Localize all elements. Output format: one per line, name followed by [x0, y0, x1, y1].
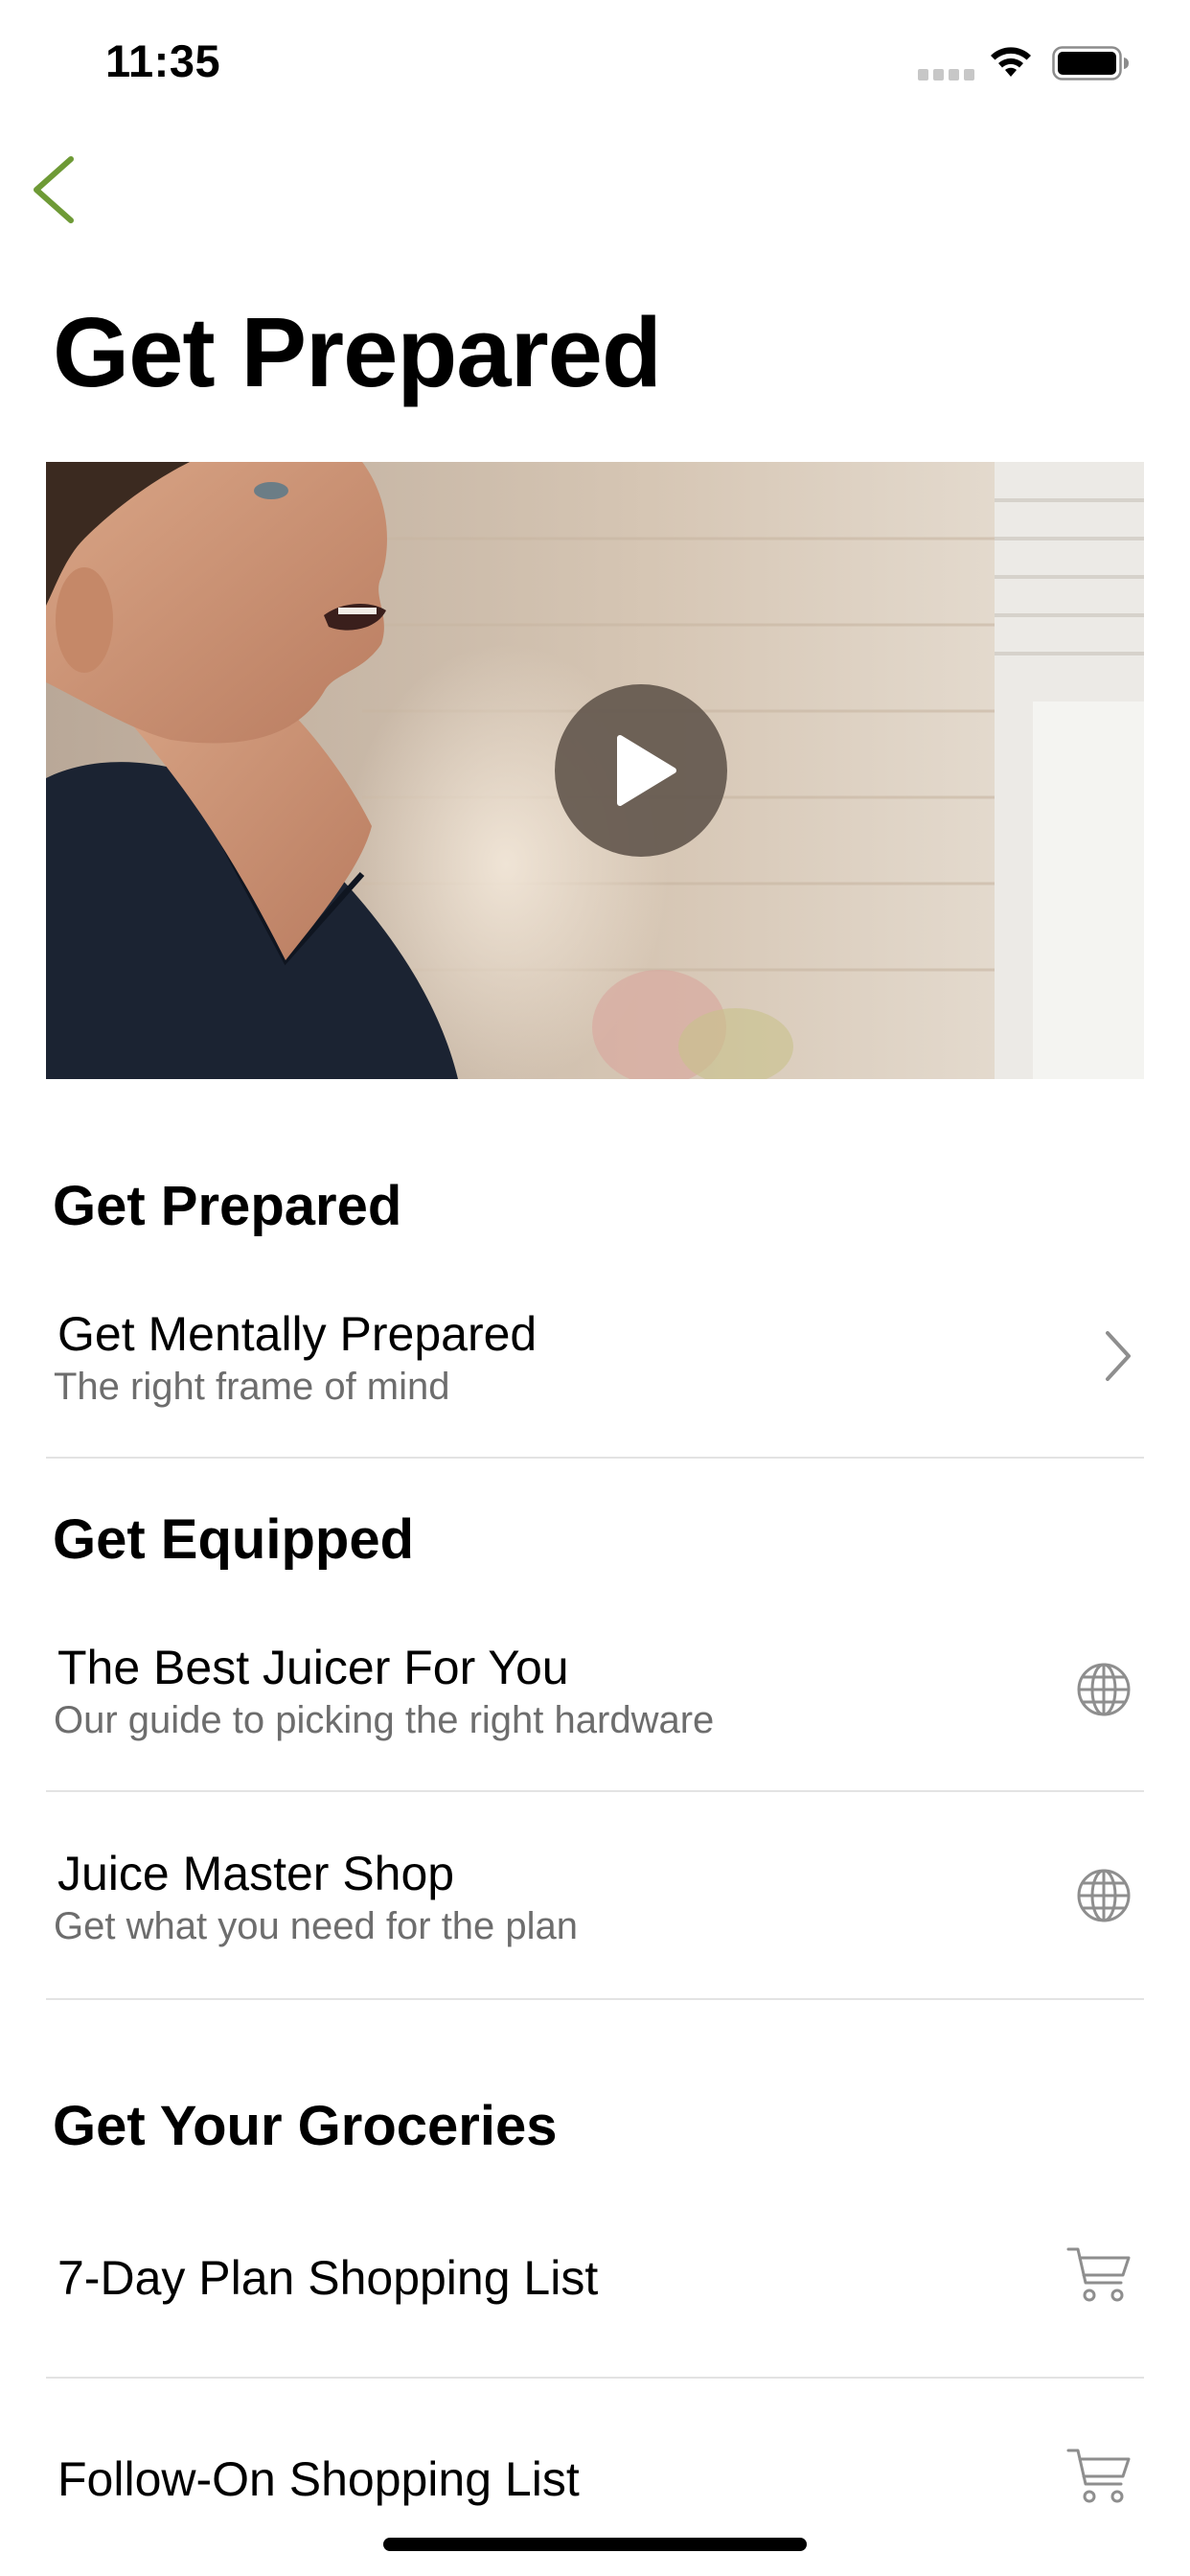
list-item-7-day-shopping-list[interactable]: 7-Day Plan Shopping List	[46, 2223, 1144, 2377]
list-item-best-juicer[interactable]: The Best Juicer For You Our guide to pic…	[46, 1632, 1144, 1790]
play-button[interactable]	[555, 684, 727, 857]
section-title-get-prepared: Get Prepared	[53, 1175, 402, 1237]
status-time: 11:35	[105, 35, 221, 86]
list-item-title: Juice Master Shop	[57, 1847, 455, 1900]
globe-icon	[1077, 1663, 1131, 1716]
battery-icon	[1052, 46, 1129, 80]
globe-icon	[1077, 1869, 1131, 1922]
play-icon	[617, 735, 676, 806]
list-item-title: 7-Day Plan Shopping List	[57, 2251, 599, 2305]
list-item-title: Follow-On Shopping List	[57, 2452, 580, 2506]
status-bar: 11:35	[0, 0, 1190, 125]
list-item-title: Get Mentally Prepared	[57, 1307, 538, 1361]
list-item-juice-master-shop[interactable]: Juice Master Shop Get what you need for …	[46, 1838, 1144, 1996]
cellular-signal-icon	[918, 69, 975, 82]
chevron-right-icon	[1106, 1331, 1131, 1381]
video-player[interactable]	[46, 462, 1144, 1079]
list-item-title: The Best Juicer For You	[57, 1641, 569, 1694]
wifi-icon	[991, 47, 1031, 77]
divider	[46, 1998, 1144, 2000]
list-item-subtitle: The right frame of mind	[54, 1366, 450, 1408]
divider	[46, 1457, 1144, 1459]
section-title-get-your-groceries: Get Your Groceries	[53, 2095, 558, 2157]
page-title: Get Prepared	[53, 297, 662, 407]
cart-icon	[1066, 2449, 1131, 2503]
home-indicator[interactable]	[383, 2538, 807, 2551]
divider	[46, 2377, 1144, 2379]
divider	[46, 1790, 1144, 1792]
list-item-subtitle: Our guide to picking the right hardware	[54, 1699, 715, 1741]
cart-icon	[1066, 2247, 1131, 2302]
section-title-get-equipped: Get Equipped	[53, 1508, 414, 1571]
back-button[interactable]	[25, 151, 82, 228]
list-item-get-mentally-prepared[interactable]: Get Mentally Prepared The right frame of…	[46, 1299, 1144, 1457]
list-item-subtitle: Get what you need for the plan	[54, 1905, 579, 1947]
chevron-left-icon	[34, 156, 74, 223]
